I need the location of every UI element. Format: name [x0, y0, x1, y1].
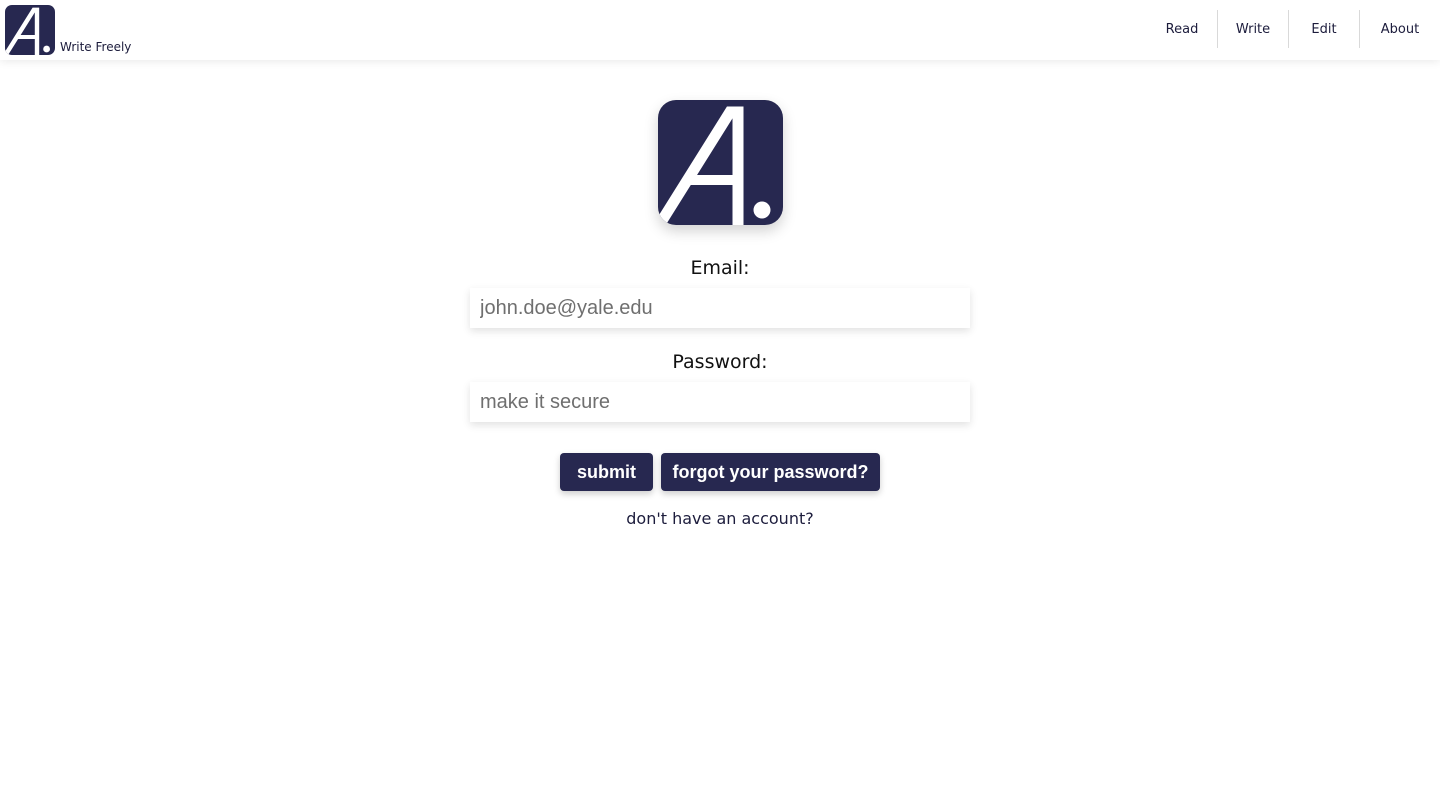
password-label: Password: [672, 351, 768, 373]
password-field[interactable] [470, 382, 970, 422]
submit-button[interactable]: submit [560, 453, 653, 491]
nav-edit[interactable]: Edit [1288, 10, 1359, 48]
login-page: Email: Password: submit forgot your pass… [0, 60, 1440, 804]
brand-name[interactable]: Write Freely [60, 40, 131, 55]
email-label: Email: [690, 257, 750, 279]
nav-write[interactable]: Write [1217, 10, 1288, 48]
top-navbar: Write Freely Read Write Edit About [0, 0, 1440, 60]
nav-about[interactable]: About [1359, 10, 1440, 48]
nav-read[interactable]: Read [1147, 10, 1217, 48]
main-nav: Read Write Edit About [1147, 10, 1440, 48]
forgot-password-button[interactable]: forgot your password? [661, 453, 880, 491]
letter-a-logo-icon[interactable] [5, 5, 55, 55]
signup-link[interactable]: don't have an account? [0, 509, 1440, 528]
email-field[interactable] [470, 288, 970, 328]
brand[interactable]: Write Freely [5, 5, 131, 55]
letter-a-logo-icon [658, 100, 783, 225]
